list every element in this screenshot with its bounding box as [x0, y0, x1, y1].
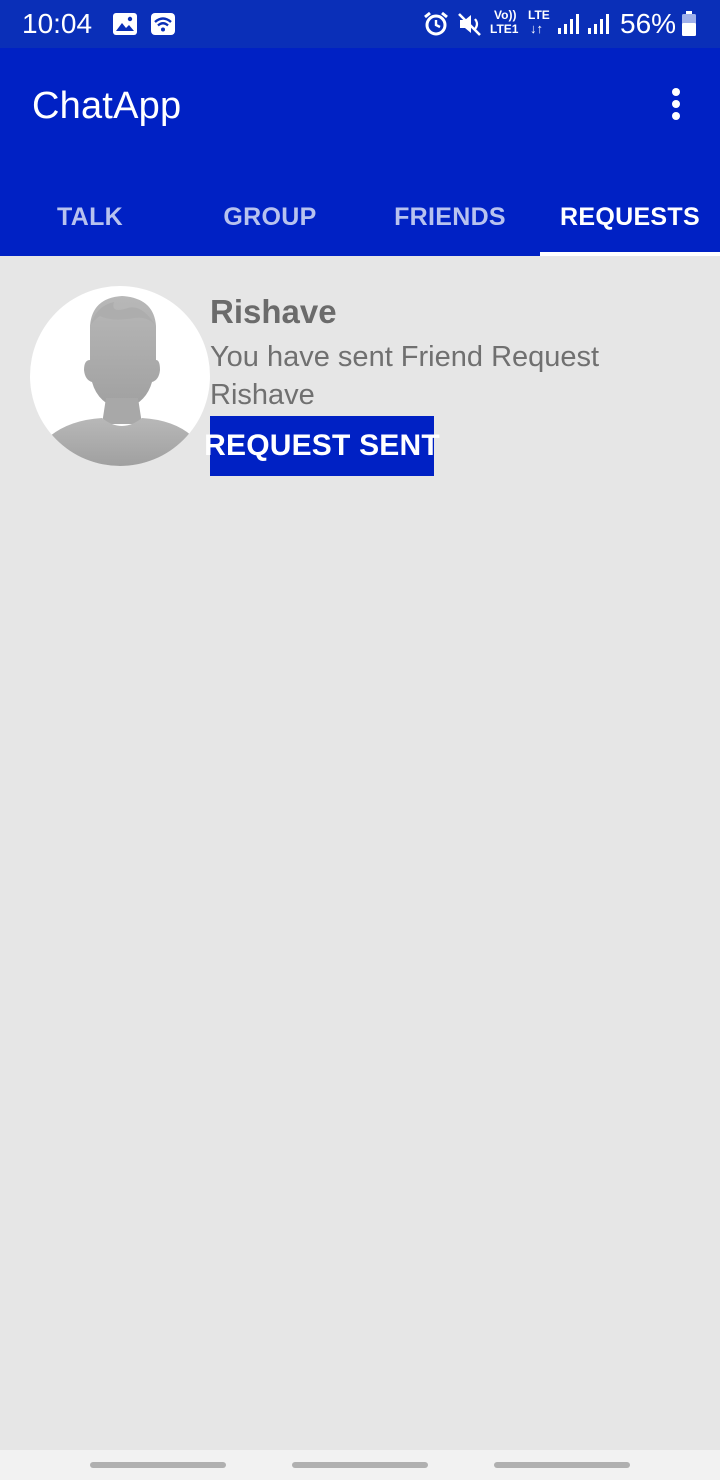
- battery-icon: [682, 11, 696, 36]
- wifi-icon: [151, 13, 175, 35]
- overflow-menu-icon[interactable]: [660, 82, 692, 126]
- request-list-item[interactable]: Rishave You have sent Friend Request Ris…: [0, 256, 720, 496]
- status-bar: 10:04 Vo)) LTE1 LTE ↓↑ 56%: [0, 0, 720, 48]
- nav-back-button[interactable]: [494, 1462, 630, 1468]
- data-arrows: ↓↑: [530, 21, 543, 36]
- menu-dot: [672, 100, 680, 108]
- tab-group[interactable]: GROUP: [180, 178, 360, 256]
- signal-icon: [588, 14, 609, 34]
- request-message: You have sent Friend Request Rishave: [210, 341, 600, 411]
- tab-talk[interactable]: TALK: [0, 178, 180, 256]
- battery-percent: 56%: [620, 8, 677, 39]
- tab-bar: TALK GROUP FRIENDS REQUESTS: [0, 178, 720, 256]
- menu-dot: [672, 88, 680, 96]
- request-sent-button[interactable]: REQUEST SENT: [204, 416, 440, 476]
- lte1-label: LTE1: [490, 22, 519, 36]
- tab-friends[interactable]: FRIENDS: [360, 178, 540, 256]
- request-user-name: Rishave: [210, 293, 337, 330]
- status-time: 10:04: [22, 8, 93, 39]
- app-bar: ChatApp TALK GROUP FRIENDS REQUESTS: [0, 48, 720, 256]
- alarm-icon: [424, 11, 448, 36]
- mute-icon: [458, 13, 481, 36]
- app-title: ChatApp: [32, 85, 182, 127]
- default-avatar-icon: [30, 286, 210, 466]
- nav-recents-button[interactable]: [90, 1462, 226, 1468]
- image-icon: [113, 13, 137, 35]
- nav-home-button[interactable]: [292, 1462, 428, 1468]
- menu-dot: [672, 112, 680, 120]
- volte-label: Vo)): [494, 8, 517, 22]
- signal-icon: [558, 14, 579, 34]
- system-navigation-bar: [0, 1450, 720, 1480]
- tab-requests[interactable]: REQUESTS: [540, 178, 720, 256]
